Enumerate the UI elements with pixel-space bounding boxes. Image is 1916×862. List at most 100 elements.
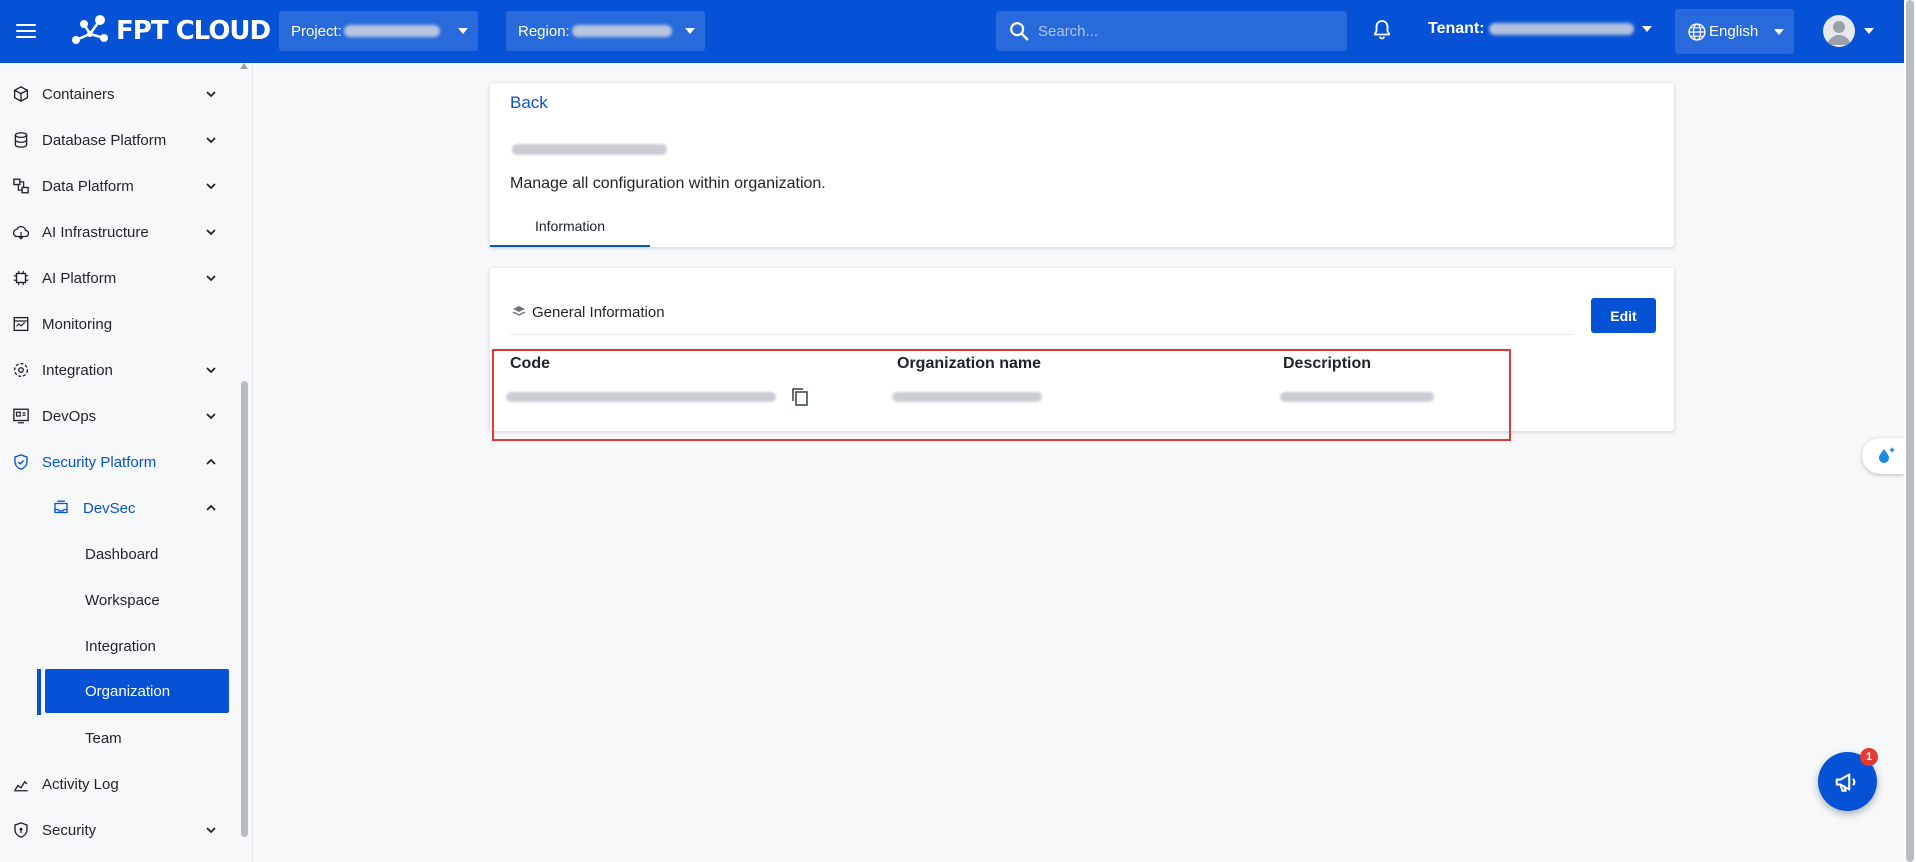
integration-icon — [13, 362, 29, 378]
sidebar-subitem-integration[interactable]: Integration — [0, 624, 230, 668]
sidebar-item-devops[interactable]: DevOps — [0, 394, 230, 438]
chevron-down-icon — [206, 91, 216, 98]
sidebar-item-label: DevOps — [42, 407, 97, 425]
organization-name-redacted — [512, 144, 667, 155]
sidebar-item-containers[interactable]: Containers — [0, 72, 230, 116]
fpt-cloud-logo[interactable]: FPT CLOUD — [70, 12, 271, 50]
chevron-down-icon — [206, 827, 216, 834]
notification-count-badge: 1 — [1860, 748, 1878, 766]
tab-information[interactable]: Information — [490, 204, 650, 247]
search-input[interactable] — [1038, 22, 1318, 40]
chevron-down-icon — [458, 28, 468, 34]
section-divider — [510, 334, 1574, 335]
chip-icon — [13, 270, 29, 286]
sidebar-item-label: Activity Log — [42, 775, 119, 793]
search-bar[interactable] — [996, 11, 1347, 51]
region-value-redacted — [571, 25, 672, 37]
organization-name-column-header: Organization name — [897, 355, 1042, 372]
sidebar-item-label: Security Platform — [42, 453, 157, 471]
sidebar-item-data-platform[interactable]: Data Platform — [0, 164, 230, 208]
project-value-redacted — [343, 25, 440, 37]
back-link[interactable]: Back — [510, 93, 548, 113]
droplet-sparkle-icon — [1879, 447, 1895, 463]
sidebar-item-label: Containers — [42, 85, 115, 103]
chevron-down-icon — [206, 413, 216, 420]
sidebar-scrollbar[interactable] — [241, 381, 248, 837]
chevron-down-icon — [206, 229, 216, 236]
section-title: General Information — [532, 304, 665, 321]
sidebar-item-database-platform[interactable]: Database Platform — [0, 118, 230, 162]
sidebar-subitem-label: Workspace — [85, 591, 160, 609]
sidebar-subitem-label: Organization — [85, 682, 171, 700]
logo-text: FPT CLOUD — [116, 16, 271, 46]
assistant-side-tab[interactable] — [1862, 438, 1904, 474]
sidebar-subitem-workspace[interactable]: Workspace — [0, 578, 230, 622]
sidebar-item-label: Database Platform — [42, 131, 167, 149]
description-column-header: Description — [1283, 355, 1372, 372]
sidebar-item-label: Monitoring — [42, 315, 113, 333]
search-icon — [1010, 22, 1029, 41]
active-indicator-bar — [37, 669, 41, 715]
avatar-chevron-down-icon[interactable] — [1864, 28, 1874, 34]
page-description: Manage all configuration within organiza… — [510, 175, 826, 192]
hamburger-menu-icon[interactable] — [14, 20, 38, 42]
activity-log-icon — [14, 780, 28, 792]
sidebar-item-ai-infrastructure[interactable]: AI Infrastructure — [0, 210, 230, 254]
monitor-icon — [13, 316, 29, 332]
sidebar-item-label: Data Platform — [42, 177, 134, 195]
chevron-down-icon — [685, 28, 695, 34]
code-value-redacted — [506, 392, 776, 402]
sidebar-item-label: Integration — [42, 361, 113, 379]
code-column-header: Code — [510, 355, 550, 372]
logo-mark-icon — [72, 15, 108, 44]
sidebar-subitem-organization[interactable]: Organization — [45, 669, 229, 713]
sidebar-subitem-team[interactable]: Team — [0, 716, 230, 760]
chevron-down-icon — [206, 183, 216, 190]
sidebar-item-security[interactable]: Security — [0, 808, 230, 852]
edit-button[interactable]: Edit — [1591, 298, 1656, 333]
sidebar-item-devsec[interactable]: DevSec — [0, 486, 230, 530]
user-icon — [1827, 21, 1851, 45]
scroll-up-arrow-icon[interactable] — [240, 63, 248, 69]
sidebar-item-activity-log[interactable]: Activity Log — [0, 762, 230, 806]
sidebar-item-label: AI Platform — [42, 269, 117, 287]
tenant-value-redacted — [1488, 23, 1634, 35]
chevron-up-icon — [206, 458, 216, 465]
notification-bell-icon[interactable] — [1370, 18, 1394, 42]
region-label: Region: — [518, 22, 570, 40]
globe-icon — [1688, 22, 1706, 41]
sidebar-item-monitoring[interactable]: Monitoring — [0, 302, 230, 346]
organization-header-card: Back Manage all configuration within org… — [490, 83, 1674, 247]
sidebar-subitem-label: Team — [85, 729, 122, 747]
layers-icon — [512, 306, 526, 316]
sidebar-item-integration[interactable]: Integration — [0, 348, 230, 392]
sidebar-item-security-platform[interactable]: Security Platform — [0, 440, 230, 484]
user-avatar[interactable] — [1823, 15, 1855, 47]
chevron-down-icon — [206, 367, 216, 374]
tab-active-underline — [490, 245, 650, 247]
tenant-selector[interactable]: Tenant: — [1428, 20, 1652, 38]
project-selector[interactable]: Project: — [279, 11, 478, 51]
language-selector[interactable]: English — [1675, 9, 1794, 54]
chevron-down-icon — [1641, 26, 1652, 32]
sidebar-item-ai-platform[interactable]: AI Platform — [0, 256, 230, 300]
language-label: English — [1709, 23, 1759, 40]
page-scrollbar[interactable] — [1904, 0, 1916, 862]
copy-icon[interactable] — [791, 387, 809, 407]
chevron-down-icon — [1774, 29, 1784, 35]
devsec-icon — [54, 500, 68, 514]
cloud-icon — [12, 225, 30, 240]
devops-icon — [13, 408, 29, 424]
sidebar-item-label: DevSec — [83, 499, 136, 517]
region-selector[interactable]: Region: — [506, 11, 705, 51]
shield-icon — [14, 454, 28, 470]
database-icon — [14, 132, 28, 148]
page-scrollbar-thumb[interactable] — [1906, 0, 1914, 862]
description-value-redacted — [1280, 392, 1434, 402]
sidebar-subitem-dashboard[interactable]: Dashboard — [0, 532, 230, 576]
chevron-up-icon — [206, 504, 216, 511]
security-shield-icon — [14, 822, 28, 838]
top-header: FPT CLOUD Project: Region: Tenant: — [0, 0, 1904, 63]
sidebar-item-label: Security — [42, 821, 97, 839]
sidebar-subitem-label: Integration — [85, 637, 156, 655]
